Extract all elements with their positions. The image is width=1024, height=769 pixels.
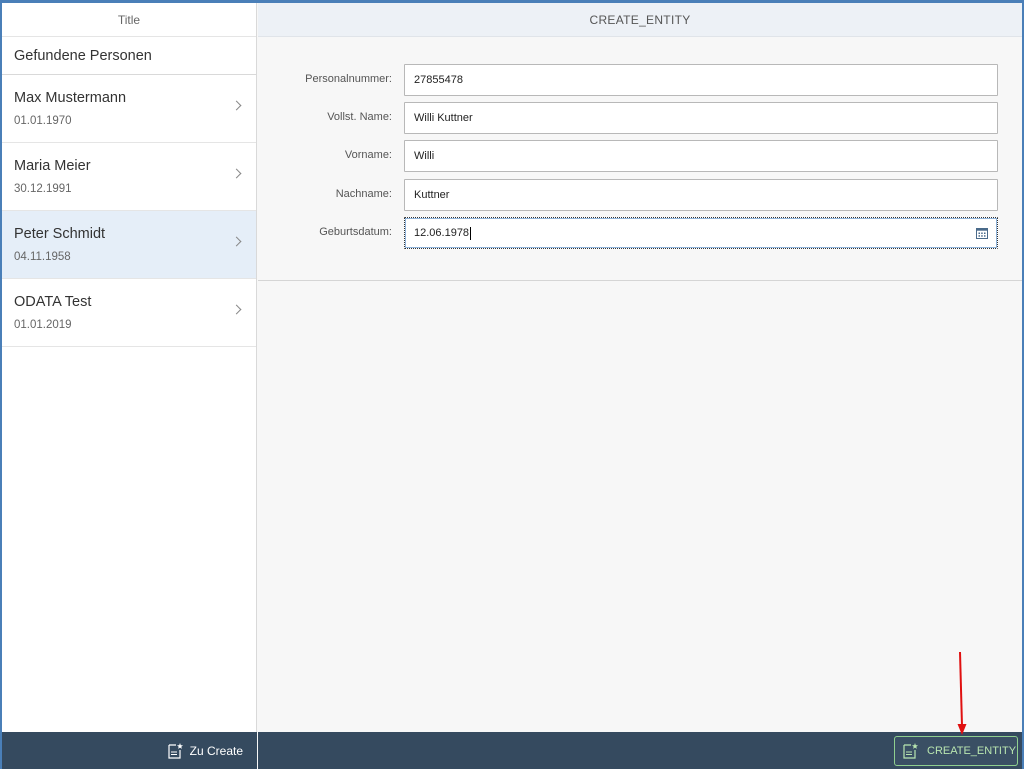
- annotation-arrow: [957, 652, 967, 735]
- list-item-date: 01.01.2019: [14, 319, 72, 331]
- vorname-input[interactable]: Willi: [404, 140, 998, 172]
- detail-pane: CREATE_ENTITY Personalnummer: 27855478 V…: [258, 3, 1022, 769]
- chevron-right-icon: [231, 236, 242, 247]
- create-entity-button[interactable]: CREATE_ENTITY: [894, 736, 1018, 766]
- list-item-max-mustermann[interactable]: Max Mustermann 01.01.1970: [2, 75, 256, 143]
- app-window: Title Gefundene Personen Max Mustermann …: [0, 0, 1024, 769]
- create-entity-label: CREATE_ENTITY: [927, 745, 1017, 757]
- text-caret: [470, 226, 472, 240]
- vollst-name-value: Willi Kuttner: [414, 112, 473, 124]
- zu-create-label: Zu Create: [189, 743, 243, 758]
- geburtsdatum-label: Geburtsdatum:: [319, 226, 392, 238]
- nachname-value: Kuttner: [414, 189, 450, 201]
- list-item-date: 01.01.1970: [14, 115, 72, 127]
- chevron-right-icon: [231, 100, 242, 111]
- personalnummer-label: Personalnummer:: [305, 73, 392, 85]
- vollst-name-input[interactable]: Willi Kuttner: [404, 102, 998, 134]
- geburtsdatum-value: 12.06.1978: [414, 227, 470, 239]
- list-item-name: ODATA Test: [14, 294, 92, 310]
- chevron-right-icon: [231, 168, 242, 179]
- list-item-maria-meier[interactable]: Maria Meier 30.12.1991: [2, 143, 256, 211]
- form-row-vorname: Vorname: Willi: [258, 140, 1022, 172]
- chevron-right-icon: [231, 304, 242, 315]
- list-item-peter-schmidt[interactable]: Peter Schmidt 04.11.1958: [2, 211, 256, 279]
- form-row-geburtsdatum: Geburtsdatum: 12.06.1978: [258, 217, 1022, 249]
- vollst-name-label: Vollst. Name:: [327, 111, 392, 123]
- detail-header-title: CREATE_ENTITY: [258, 3, 1022, 37]
- zu-create-button[interactable]: Zu Create: [164, 737, 245, 765]
- personalnummer-input[interactable]: 27855478: [404, 64, 998, 96]
- list-item-name: Peter Schmidt: [14, 226, 106, 242]
- detail-footer: CREATE_ENTITY: [258, 732, 1022, 769]
- nachname-label: Nachname:: [335, 188, 392, 200]
- list-item-date: 04.11.1958: [14, 251, 71, 263]
- master-pane: Title Gefundene Personen Max Mustermann …: [2, 3, 257, 769]
- form-row-nachname: Nachname: Kuttner: [258, 179, 1022, 211]
- nachname-input[interactable]: Kuttner: [404, 179, 998, 211]
- create-document-icon: [168, 742, 183, 759]
- create-entity-form: Personalnummer: 27855478 Vollst. Name: W…: [258, 38, 1022, 281]
- vorname-label: Vorname:: [344, 149, 392, 161]
- list-item-name: Maria Meier: [14, 158, 91, 174]
- calendar-icon[interactable]: [976, 227, 988, 239]
- list-item-odata-test[interactable]: ODATA Test 01.01.2019: [2, 279, 256, 347]
- form-row-vollst-name: Vollst. Name: Willi Kuttner: [258, 102, 1022, 134]
- master-header-title: Title: [2, 3, 256, 37]
- master-footer: Zu Create: [2, 732, 257, 769]
- vorname-value: Willi: [414, 150, 435, 162]
- create-document-icon: [903, 743, 918, 759]
- form-row-personalnummer: Personalnummer: 27855478: [258, 64, 1022, 96]
- list-item-name: Max Mustermann: [14, 90, 127, 106]
- list-header: Gefundene Personen: [2, 37, 256, 75]
- list-item-date: 30.12.1991: [14, 183, 72, 195]
- personalnummer-value: 27855478: [414, 74, 463, 86]
- geburtsdatum-input[interactable]: 12.06.1978: [404, 217, 998, 249]
